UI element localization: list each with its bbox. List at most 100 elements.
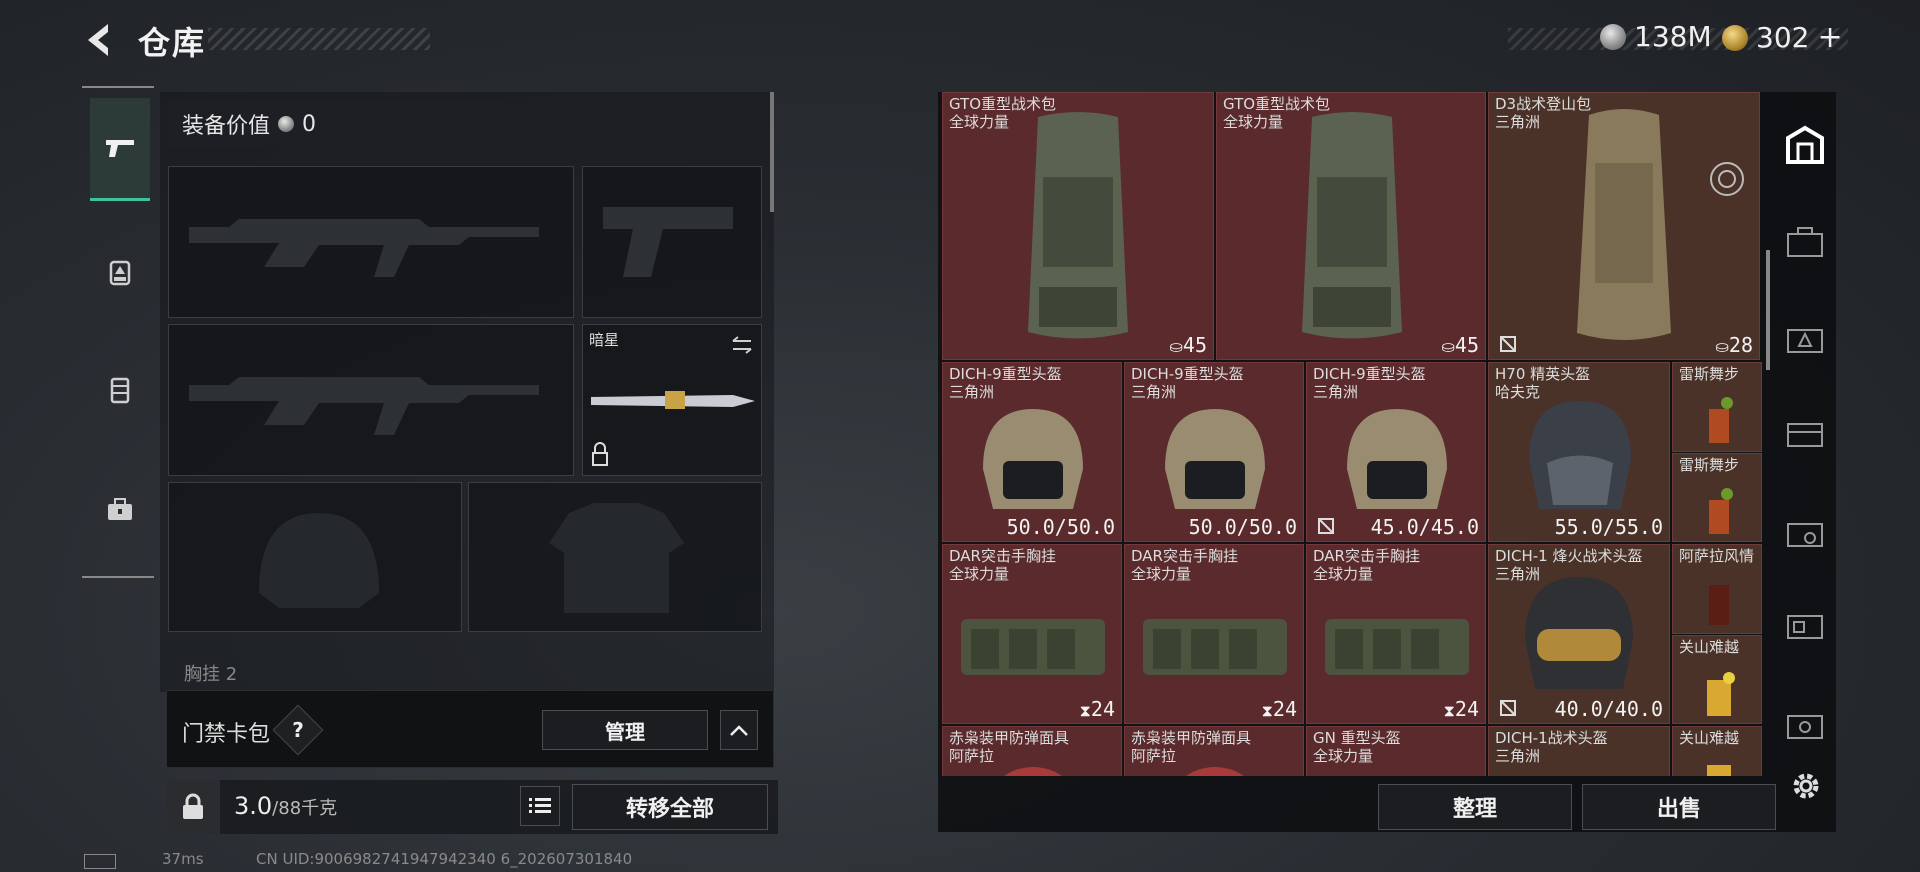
silver-currency: 138M [1600, 20, 1712, 53]
untradable-icon [1500, 700, 1516, 716]
weight-readout: 3.0/88千克 [234, 792, 337, 820]
inventory-item-backpack[interactable]: D3战术登山包 三角洲 ⛀28 [1488, 92, 1760, 360]
nav-case-6[interactable] [1780, 700, 1830, 750]
inventory-item-helmet[interactable]: DICH-1 烽火战术头盔 三角洲 40.0/40.0 [1488, 544, 1670, 724]
nav-armor[interactable] [90, 340, 150, 440]
item-name: DICH-1战术头盔 三角洲 [1495, 729, 1608, 765]
transfer-all-button[interactable]: 转移全部 [572, 784, 768, 830]
gold-currency[interactable]: 302 + [1722, 20, 1843, 55]
inventory-item-drink[interactable]: 关山难越 [1672, 726, 1762, 776]
inventory-item-chest-rig[interactable]: DAR突击手胸挂 全球力量 ⧗24 [1124, 544, 1304, 724]
inventory-item-helmet[interactable]: DICH-9重型头盔 三角洲 45.0/45.0 [1306, 362, 1486, 542]
gear-icon [1793, 773, 1819, 799]
cocktail-image [1709, 397, 1733, 443]
help-icon: ? [292, 718, 304, 742]
primary-weapon-slot[interactable] [168, 166, 574, 318]
cocktail-image [1709, 488, 1733, 534]
chest-rig-title: 胸挂 [184, 664, 220, 685]
inventory-item-drink[interactable]: 关山难越 [1672, 635, 1762, 724]
inventory-item-chest-rig[interactable]: DAR突击手胸挂 全球力量 ⧗24 [1306, 544, 1486, 724]
knife-icon [591, 336, 755, 466]
inventory-grid: GTO重型战术包 全球力量 ⛀45 GTO重型战术包 全球力量 ⛀45 D3战术登山… [940, 92, 1764, 776]
gold-add-button[interactable]: + [1817, 20, 1842, 55]
item-faction: 全球力量 [1223, 113, 1284, 131]
inventory-item-helmet[interactable]: DICH-1战术头盔 三角洲 [1488, 726, 1670, 776]
item-faction: 全球力量 [949, 565, 1010, 583]
nav-case-2[interactable] [1780, 314, 1830, 364]
inventory-item-drink[interactable]: 阿萨拉风情 [1672, 544, 1762, 634]
item-title: GN 重型头盔 [1313, 729, 1401, 747]
inventory-item-helmet[interactable]: DICH-9重型头盔 三角洲 50.0/50.0 [1124, 362, 1304, 542]
battery-icon [84, 854, 116, 869]
nav-warehouse[interactable] [1780, 120, 1830, 170]
case-icon [1787, 523, 1823, 547]
back-button[interactable] [80, 20, 120, 60]
inventory-item-backpack[interactable]: GTO重型战术包 全球力量 ⛀45 [942, 92, 1214, 360]
item-title: DICH-9重型头盔 [1313, 365, 1426, 383]
item-title: DAR突击手胸挂 [949, 547, 1056, 565]
inventory-item-drink[interactable]: 雷斯舞步 [1672, 362, 1762, 452]
helmet-image [1525, 577, 1633, 689]
inventory-item-chest-rig[interactable]: DAR突击手胸挂 全球力量 ⧗24 [942, 544, 1122, 724]
item-capacity-value: 24 [1272, 697, 1297, 721]
nav-case-1[interactable] [1780, 218, 1830, 268]
chest-rig-image [961, 619, 1105, 675]
inventory-item-backpack[interactable]: GTO重型战术包 全球力量 ⛀45 [1216, 92, 1486, 360]
item-faction: 三角洲 [1495, 113, 1541, 131]
chevron-up-icon [730, 725, 748, 736]
equipment-scrollbar[interactable] [770, 92, 774, 212]
item-title: DICH-1战术头盔 [1495, 729, 1608, 747]
sort-button[interactable]: 整理 [1378, 784, 1572, 830]
nav-case-4[interactable] [1780, 508, 1830, 558]
nav-gear[interactable] [90, 222, 150, 322]
secondary-weapon-slot[interactable] [168, 324, 574, 476]
melee-slot[interactable]: 暗星 [582, 324, 762, 476]
page-title: 仓库 [138, 24, 207, 62]
inventory-item-drink[interactable]: 雷斯舞步 [1672, 453, 1762, 542]
case-icon [1787, 329, 1823, 353]
case-icon [1787, 615, 1823, 639]
inventory-item-helmet[interactable]: DICH-9重型头盔 三角洲 50.0/50.0 [942, 362, 1122, 542]
ping-readout: 37ms [162, 850, 204, 868]
armor-slot[interactable] [468, 482, 762, 632]
nav-supplies[interactable] [90, 460, 150, 560]
cocktail-image [1707, 765, 1731, 776]
item-faction: 全球力量 [1313, 565, 1374, 583]
backpack-image [1028, 112, 1128, 339]
sell-button[interactable]: 出售 [1582, 784, 1776, 830]
settings-button[interactable] [1788, 768, 1824, 804]
warehouse-icon [1786, 125, 1824, 164]
inventory-scrollbar[interactable] [1766, 250, 1770, 370]
manage-button[interactable]: 管理 [542, 710, 708, 750]
weight-value: 3.0 [234, 792, 273, 820]
chest-rig-image [1143, 619, 1287, 675]
nav-case-3[interactable] [1780, 408, 1830, 458]
nav-case-5[interactable] [1780, 600, 1830, 650]
inventory-item-mask[interactable]: 赤枭装甲防弹面具 阿萨拉 [1124, 726, 1304, 776]
nav-weapons[interactable] [90, 98, 150, 201]
item-durability: 55.0/55.0 [1554, 515, 1663, 539]
untradable-icon [1500, 336, 1516, 352]
inventory-item-helmet[interactable]: GN 重型头盔 全球力量 [1306, 726, 1486, 776]
mask-image [1004, 767, 1062, 776]
lock-button[interactable] [166, 780, 220, 834]
title-decoration [208, 28, 430, 50]
inventory-item-helmet[interactable]: H70 精英头盔 哈夫克 55.0/55.0 [1488, 362, 1670, 542]
item-capacity-value: 24 [1090, 697, 1115, 721]
expand-button[interactable] [720, 710, 758, 750]
item-title: 赤枭装甲防弹面具 [949, 729, 1070, 747]
weight-max: /88千克 [272, 798, 338, 819]
helmet-slot[interactable] [168, 482, 462, 632]
pistol-slot[interactable] [582, 166, 762, 318]
item-capacity-value: 28 [1728, 333, 1753, 357]
item-durability: 50.0/50.0 [1006, 515, 1115, 539]
item-faction: 全球力量 [1131, 565, 1192, 583]
item-name: DICH-9重型头盔 三角洲 [949, 365, 1062, 401]
chest-rig-count: 2 [225, 664, 238, 685]
item-name: DAR突击手胸挂 全球力量 [1313, 547, 1420, 583]
list-view-button[interactable] [520, 786, 560, 826]
helmet-image [1529, 401, 1631, 509]
armor-silhouette-icon [549, 503, 684, 613]
uid-readout: CN UID:9006982741947942340 6_20260730184… [256, 850, 633, 868]
inventory-item-mask[interactable]: 赤枭装甲防弹面具 阿萨拉 [942, 726, 1122, 776]
